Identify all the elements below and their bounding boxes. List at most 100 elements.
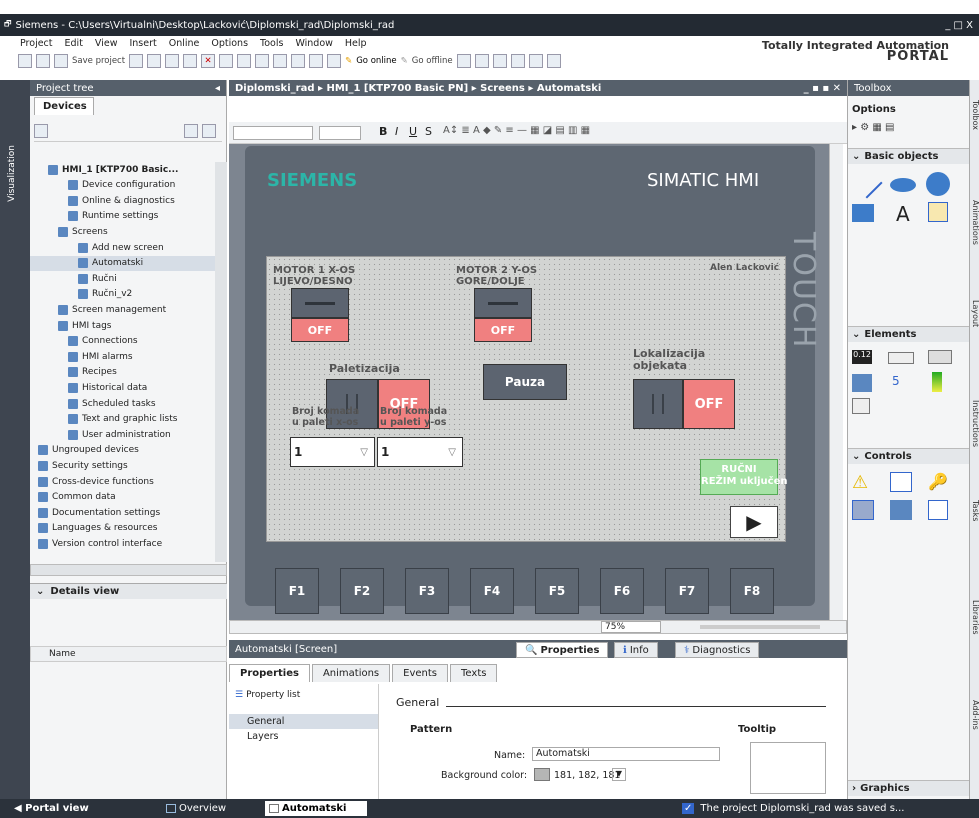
web-browser-icon[interactable] <box>852 500 874 520</box>
menu-item[interactable]: Insert <box>129 38 156 49</box>
tree-hscroll[interactable] <box>30 564 227 576</box>
accessible-devices-icon[interactable] <box>456 54 471 68</box>
go-offline-button[interactable]: Go offline <box>412 56 453 66</box>
graphic-io-icon[interactable] <box>852 374 872 392</box>
details-view-header[interactable]: ⌄ Details view <box>30 583 227 599</box>
zoom-slider[interactable] <box>700 625 820 629</box>
tree-view-icon[interactable] <box>34 124 48 138</box>
circle-tool-icon[interactable] <box>926 172 950 196</box>
menu-item[interactable]: Options <box>211 38 248 49</box>
go-offline-icon[interactable]: ✎ <box>401 56 408 66</box>
save-project-button[interactable]: Save project <box>72 56 125 66</box>
tree-item[interactable]: Automatski <box>30 255 215 271</box>
copy-icon[interactable] <box>165 54 180 68</box>
tree-item[interactable]: User administration <box>30 427 215 442</box>
tree-add-icon[interactable] <box>184 124 198 138</box>
window-controls[interactable]: _ □ X <box>945 20 973 31</box>
property-tab[interactable]: Properties <box>229 664 310 682</box>
switch-icon[interactable] <box>928 350 952 364</box>
tree-item[interactable]: Languages & resources <box>30 521 215 536</box>
sidetab-layout[interactable]: Layout <box>971 300 979 327</box>
sidetab-tasks[interactable]: Tasks <box>971 500 979 521</box>
tree-item[interactable]: Common data <box>30 490 215 505</box>
menu-item[interactable]: Online <box>169 38 200 49</box>
bg-color-swatch[interactable] <box>534 768 550 781</box>
download-icon[interactable] <box>273 54 288 68</box>
open-project-icon[interactable] <box>36 54 50 68</box>
cut-icon[interactable] <box>147 54 162 68</box>
user-view-icon[interactable]: 🔑 <box>928 472 948 491</box>
upload-icon[interactable] <box>291 54 306 68</box>
devices-tab[interactable]: Devices <box>34 97 94 115</box>
undo-icon[interactable] <box>219 54 234 68</box>
property-tab[interactable]: Texts <box>450 664 498 682</box>
go-online-icon[interactable]: ✎ <box>345 56 352 66</box>
function-key-f6[interactable]: F6 <box>600 568 644 614</box>
bar-icon[interactable] <box>932 372 942 392</box>
save-icon[interactable] <box>54 54 68 68</box>
lokalizacija-switch[interactable] <box>633 379 683 429</box>
alarm-view-icon[interactable]: ⚠ <box>852 472 868 493</box>
nav-general[interactable]: General <box>229 714 378 729</box>
rucni-indicator[interactable]: RUČNI REŽIM uključen <box>700 459 788 495</box>
property-list-link[interactable]: ☰ Property list <box>229 684 378 706</box>
tree-item[interactable]: Runtime settings <box>30 209 215 224</box>
tree-item[interactable]: Ungrouped devices <box>30 443 215 458</box>
canvas-hscroll[interactable]: 75% <box>229 620 847 634</box>
tree-item[interactable]: Add new screen <box>30 240 215 255</box>
motor1-switch[interactable] <box>291 288 349 318</box>
line-tool-icon[interactable] <box>851 167 883 199</box>
editor-window-controls[interactable]: _ ▪ ▪ ✕ <box>804 83 841 94</box>
strike-button[interactable]: S <box>425 125 432 138</box>
io-field-icon[interactable]: 0.12 <box>852 350 872 364</box>
tree-item[interactable]: Connections <box>30 334 215 349</box>
italic-button[interactable]: I <box>395 125 398 138</box>
tree-item[interactable]: Device configuration <box>30 178 215 193</box>
tree-item[interactable]: HMI tags <box>30 318 215 333</box>
function-key-f5[interactable]: F5 <box>535 568 579 614</box>
property-tab[interactable]: Events <box>392 664 449 682</box>
stop-cpu-icon[interactable] <box>492 54 507 68</box>
tree-item[interactable]: Ručni_v2 <box>30 287 215 302</box>
tree-item[interactable]: Ručni <box>30 271 215 286</box>
go-online-button[interactable]: Go online <box>356 56 396 66</box>
tooltip-box[interactable] <box>750 742 826 794</box>
tree-item[interactable]: HMI alarms <box>30 349 215 364</box>
bg-color-dropdown[interactable]: ▼ <box>612 768 626 781</box>
zoom-select[interactable]: 75% <box>601 621 661 633</box>
bold-button[interactable]: B <box>379 125 387 138</box>
broj-x-combo[interactable]: 1 ▽ <box>290 437 375 467</box>
diagnostics-view-icon[interactable] <box>928 500 948 520</box>
delete-icon[interactable]: ✕ <box>201 54 216 68</box>
tree-item[interactable]: HMI_1 [KTP700 Basic... <box>30 162 215 177</box>
name-field[interactable]: Automatski <box>532 747 720 761</box>
ellipse-tool-icon[interactable] <box>890 178 916 192</box>
function-key-f3[interactable]: F3 <box>405 568 449 614</box>
next-screen-button[interactable]: ▶ <box>730 506 778 538</box>
function-key-f7[interactable]: F7 <box>665 568 709 614</box>
split-h-icon[interactable] <box>528 54 543 68</box>
tree-item[interactable]: Documentation settings <box>30 505 215 520</box>
tree-item[interactable]: Security settings <box>30 458 215 473</box>
tree-item[interactable]: Scheduled tasks <box>30 396 215 411</box>
rectangle-tool-icon[interactable] <box>852 204 874 222</box>
sidetab-instructions[interactable]: Instructions <box>971 400 979 447</box>
menu-item[interactable]: Tools <box>260 38 283 49</box>
property-tab[interactable]: Animations <box>311 664 391 682</box>
motor2-off[interactable]: OFF <box>474 318 532 342</box>
menu-item[interactable]: Edit <box>65 38 83 49</box>
sidetab-animations[interactable]: Animations <box>971 200 979 245</box>
lokalizacija-off[interactable]: OFF <box>683 379 735 429</box>
split-v-icon[interactable] <box>546 54 561 68</box>
underline-button[interactable]: U <box>409 125 417 138</box>
options-header[interactable]: Options <box>852 104 896 115</box>
menu-item[interactable]: Project <box>20 38 53 49</box>
sidetab-add-ins[interactable]: Add-ins <box>971 700 979 730</box>
simulate-icon[interactable] <box>309 54 324 68</box>
function-key-f2[interactable]: F2 <box>340 568 384 614</box>
overview-tab[interactable]: Overview <box>166 801 226 816</box>
text-tool-icon[interactable]: A <box>896 202 910 226</box>
tree-item[interactable]: Cross-device functions <box>30 474 215 489</box>
button-icon[interactable] <box>888 352 914 364</box>
tree-item[interactable]: Online & diagnostics <box>30 193 215 208</box>
